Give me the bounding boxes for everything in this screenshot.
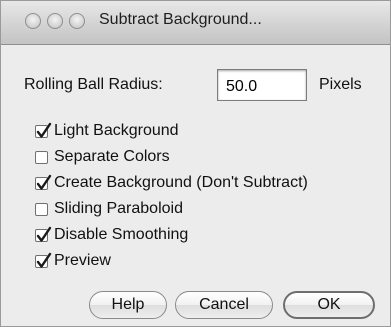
ok-button[interactable]: OK (283, 291, 375, 319)
dialog-window: Subtract Background... Rolling Ball Radi… (0, 0, 391, 327)
minimize-window-icon[interactable] (47, 13, 63, 29)
checkbox-box[interactable] (35, 226, 52, 242)
radius-label: Rolling Ball Radius: (24, 76, 163, 93)
cancel-button[interactable]: Cancel (175, 291, 273, 319)
checkbox-light-background[interactable]: Light Background (35, 120, 179, 142)
radius-unit-label: Pixels (319, 76, 362, 93)
checkbox-separate-colors[interactable]: Separate Colors (35, 146, 170, 168)
rolling-ball-radius-input[interactable] (217, 69, 307, 101)
checkbox-create-background[interactable]: Create Background (Don't Subtract) (35, 172, 308, 194)
checkbox-box[interactable] (35, 150, 48, 164)
checkbox-box[interactable] (35, 202, 48, 216)
checkmark-icon (36, 122, 52, 138)
checkbox-label: Separate Colors (54, 148, 170, 165)
checkbox-label: Sliding Paraboloid (54, 200, 183, 217)
help-button[interactable]: Help (89, 291, 167, 319)
checkbox-label: Disable Smoothing (54, 226, 189, 243)
checkbox-box[interactable] (35, 174, 52, 190)
window-title: Subtract Background... (99, 11, 262, 28)
checkmark-icon (36, 226, 52, 242)
checkbox-disable-smoothing[interactable]: Disable Smoothing (35, 224, 188, 246)
checkbox-label: Preview (54, 252, 111, 269)
checkmark-icon (36, 252, 52, 268)
checkbox-box[interactable] (35, 252, 52, 268)
checkbox-label: Light Background (54, 122, 179, 139)
checkmark-icon (36, 174, 52, 190)
title-bar: Subtract Background... (1, 1, 390, 45)
checkbox-preview[interactable]: Preview (35, 250, 111, 272)
zoom-window-icon[interactable] (69, 13, 85, 29)
checkbox-label: Create Background (Don't Subtract) (54, 174, 308, 191)
checkbox-sliding-paraboloid[interactable]: Sliding Paraboloid (35, 198, 183, 220)
close-window-icon[interactable] (25, 13, 41, 29)
checkbox-box[interactable] (35, 122, 52, 138)
